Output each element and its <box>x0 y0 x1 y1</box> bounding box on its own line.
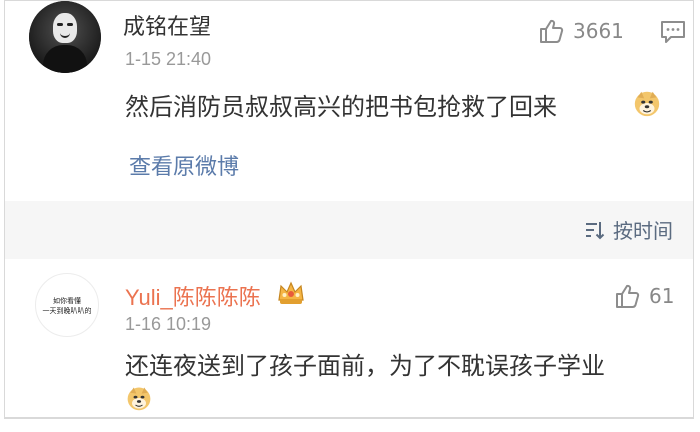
like-count: 61 <box>649 284 675 308</box>
doge-emoji-icon <box>127 387 151 411</box>
timestamp: 1-16 10:19 <box>125 314 212 334</box>
comment-item-2: 如你看懂 一天到晚叭叭的 <box>5 259 693 417</box>
doge-emoji-icon <box>634 91 660 117</box>
comment-item-1: 成铭在望 1-15 21:40 然后消防员叔叔高兴的把书包抢救了回来 查看原微博… <box>5 1 693 201</box>
weibo-comment-panel: 成铭在望 1-15 21:40 然后消防员叔叔高兴的把书包抢救了回来 查看原微博… <box>4 0 694 418</box>
reply-button[interactable] <box>659 17 687 49</box>
avatar-text-line-2: 一天到晚叭叭的 <box>42 308 92 315</box>
view-original-weibo-link[interactable]: 查看原微博 <box>129 149 239 181</box>
bottom-divider-area <box>0 418 700 432</box>
thumbs-up-icon <box>616 284 640 308</box>
sort-icon <box>586 221 605 239</box>
crown-badge-icon <box>278 281 304 304</box>
comment-bubble-icon <box>661 21 685 43</box>
sort-label: 按时间 <box>613 219 673 243</box>
username[interactable]: 成铭在望 <box>123 9 211 41</box>
username[interactable]: Yuli_陈陈陈陈 <box>125 280 261 312</box>
avatar[interactable]: 如你看懂 一天到晚叭叭的 <box>35 273 99 337</box>
sort-bar: 按时间 <box>5 201 693 259</box>
avatar-text-line-1: 如你看懂 <box>53 298 81 305</box>
divider <box>4 418 694 419</box>
comment-text: 然后消防员叔叔高兴的把书包抢救了回来 <box>125 94 557 121</box>
timestamp: 1-15 21:40 <box>125 49 212 69</box>
like-button[interactable]: 3661 <box>537 17 624 45</box>
thumbs-up-icon <box>540 19 564 43</box>
comment-text: 还连夜送到了孩子面前，为了不耽误孩子学业 <box>125 353 605 380</box>
sort-by-time-button[interactable]: 按时间 <box>583 215 673 244</box>
like-button[interactable]: 61 <box>613 282 674 310</box>
avatar[interactable] <box>29 1 101 73</box>
like-count: 3661 <box>573 19 624 43</box>
